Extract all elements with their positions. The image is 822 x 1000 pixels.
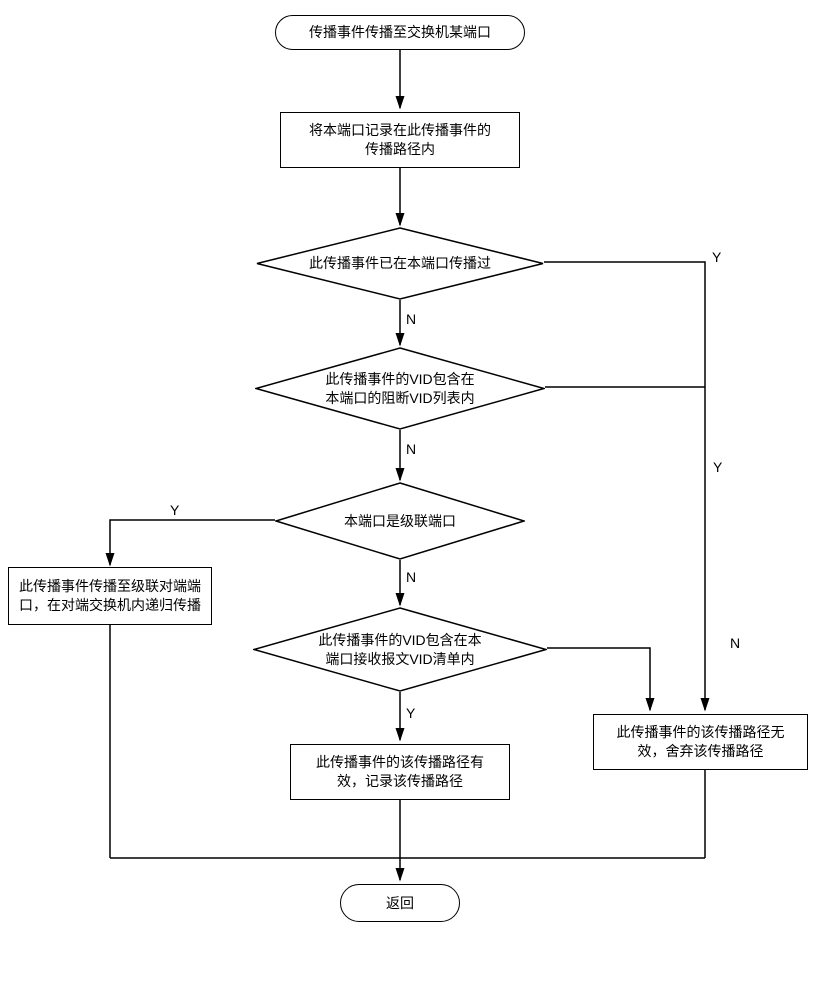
edge-label-d2-yes: Y [713,460,722,474]
process-path-invalid-text: 此传播事件的该传播路径无 效，舍弃该传播路径 [617,723,785,761]
process-path-invalid: 此传播事件的该传播路径无 效，舍弃该传播路径 [593,714,808,770]
process-path-valid: 此传播事件的该传播路径有 效，记录该传播路径 [290,744,510,800]
decision-already-propagated: 此传播事件已在本端口传播过 [256,227,544,300]
terminal-end-text: 返回 [386,894,414,913]
edge-label-d2-no: N [406,442,416,456]
decision-vid-in-receive-list-text: 此传播事件的VID包含在本 端口接收报文VID清单内 [318,631,481,669]
edge-label-d1-no: N [406,312,416,326]
decision-vid-in-receive-list: 此传播事件的VID包含在本 端口接收报文VID清单内 [253,607,547,692]
process-path-valid-text: 此传播事件的该传播路径有 效，记录该传播路径 [316,753,484,791]
decision-already-propagated-text: 此传播事件已在本端口传播过 [309,254,491,273]
terminal-start-text: 传播事件传播至交换机某端口 [309,23,491,42]
process-record-port-text: 将本端口记录在此传播事件的 传播路径内 [309,121,491,159]
process-record-port: 将本端口记录在此传播事件的 传播路径内 [280,112,520,168]
process-propagate-to-peer: 此传播事件传播至级联对端端 口，在对端交换机内递归传播 [8,567,212,625]
edge-label-d4-no: N [730,636,740,650]
decision-vid-blocked: 此传播事件的VID包含在 本端口的阻断VID列表内 [255,347,545,430]
terminal-end: 返回 [340,884,460,922]
edge-label-d3-yes: Y [170,503,179,517]
terminal-start: 传播事件传播至交换机某端口 [275,15,525,50]
flowchart-canvas: 传播事件传播至交换机某端口 将本端口记录在此传播事件的 传播路径内 此传播事件已… [0,0,822,1000]
edge-label-d3-no: N [406,570,416,584]
edge-label-d4-yes: Y [406,706,415,720]
decision-vid-blocked-text: 此传播事件的VID包含在 本端口的阻断VID列表内 [325,370,474,408]
decision-cascade-port: 本端口是级联端口 [275,482,525,560]
decision-cascade-port-text: 本端口是级联端口 [344,512,456,531]
edge-label-d1-yes: Y [712,250,721,264]
process-propagate-to-peer-text: 此传播事件传播至级联对端端 口，在对端交换机内递归传播 [19,577,201,615]
